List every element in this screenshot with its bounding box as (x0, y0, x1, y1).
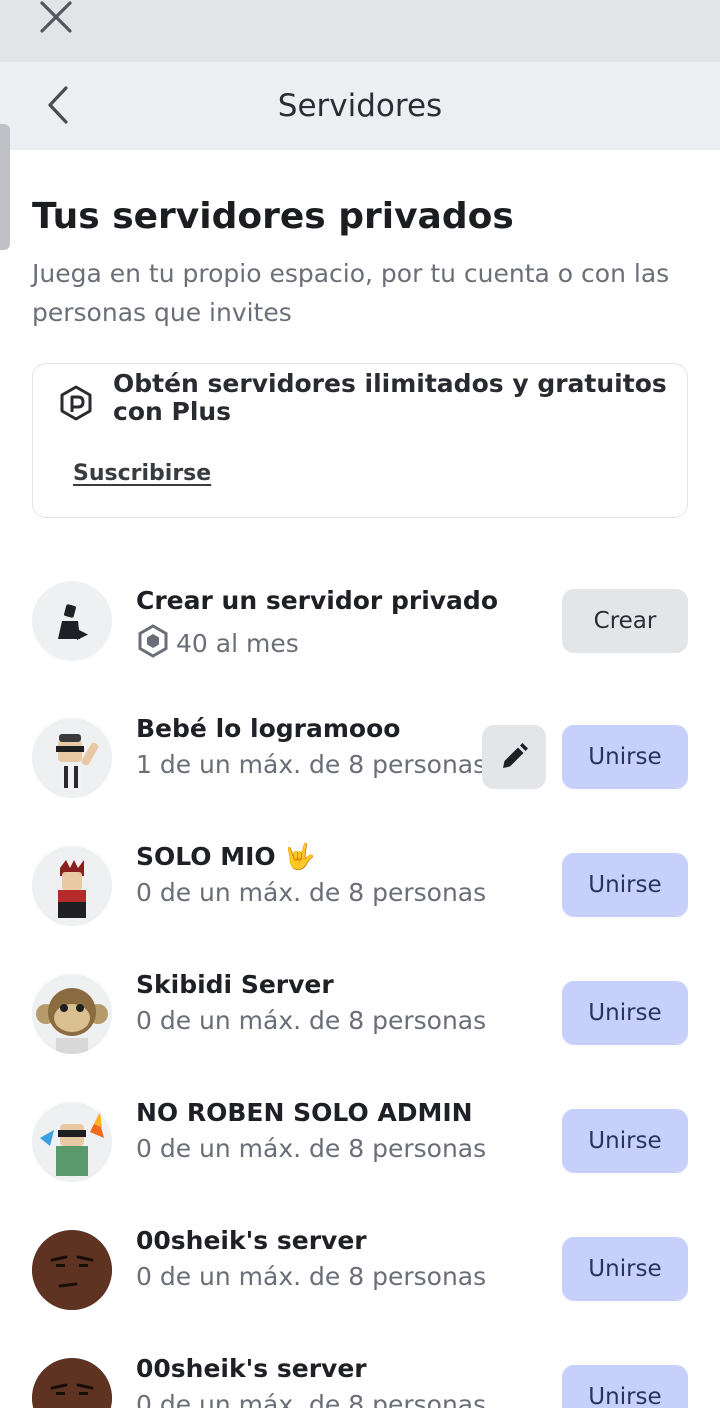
close-icon (40, 1, 72, 33)
server-row: Skibidi Server 0 de un máx. de 8 persona… (0, 964, 720, 1064)
avatar-image (32, 1358, 112, 1408)
server-name: 00sheik's server (136, 1354, 367, 1383)
server-players: 0 de un máx. de 8 personas (136, 878, 487, 907)
server-players: 0 de un máx. de 8 personas (136, 1134, 487, 1163)
server-players: 0 de un máx. de 8 personas (136, 1006, 487, 1035)
server-row: 00sheik's server 0 de un máx. de 8 perso… (0, 1220, 720, 1320)
join-button[interactable]: Unirse (562, 981, 688, 1045)
avatar (32, 974, 112, 1054)
section-title: Tus servidores privados (32, 196, 514, 237)
join-button[interactable]: Unirse (562, 1109, 688, 1173)
server-name: NO ROBEN SOLO ADMIN (136, 1098, 473, 1127)
create-server-row: Crear un servidor privado 40 al mes Crea… (0, 580, 720, 680)
plus-logo-icon (60, 385, 92, 421)
create-server-title: Crear un servidor privado (136, 586, 498, 615)
avatar-image (32, 718, 112, 798)
avatar (32, 718, 112, 798)
server-row: 00sheik's server 0 de un máx. de 8 perso… (0, 1348, 720, 1408)
avatar-image (32, 846, 112, 926)
pencil-icon (503, 743, 528, 768)
join-button[interactable]: Unirse (562, 1237, 688, 1301)
server-row: Bebé lo logramooo 1 de un máx. de 8 pers… (0, 708, 720, 808)
avatar-image (32, 1102, 112, 1182)
avatar-image (32, 974, 112, 1054)
edit-server-button[interactable] (482, 725, 546, 789)
plus-promo-text: Obtén servidores ilimitados y gratuitos … (113, 369, 667, 426)
server-name: Bebé lo logramooo (136, 714, 401, 743)
create-server-price-text: 40 al mes (176, 629, 299, 658)
server-name: 00sheik's server (136, 1226, 367, 1255)
join-button[interactable]: Unirse (562, 853, 688, 917)
server-players: 1 de un máx. de 8 personas (136, 750, 487, 779)
server-row: NO ROBEN SOLO ADMIN 0 de un máx. de 8 pe… (0, 1092, 720, 1192)
section-subtitle: Juega en tu propio espacio, por tu cuent… (32, 259, 670, 327)
server-row: SOLO MIO 🤟 0 de un máx. de 8 personas Un… (0, 836, 720, 936)
robux-icon (138, 624, 168, 658)
create-button[interactable]: Crear (562, 589, 688, 653)
join-button[interactable]: Unirse (562, 725, 688, 789)
avatar (32, 1102, 112, 1182)
avatar (32, 846, 112, 926)
subscribe-link[interactable]: Suscribirse (73, 461, 211, 486)
side-drawer-handle[interactable] (0, 124, 10, 250)
server-name: Skibidi Server (136, 970, 334, 999)
create-server-avatar (32, 581, 112, 661)
server-players: 0 de un máx. de 8 personas (136, 1390, 487, 1408)
avatar-image (32, 1230, 112, 1310)
close-button[interactable] (36, 0, 76, 36)
create-server-icon (58, 604, 88, 640)
avatar (32, 1358, 112, 1408)
create-server-price: 40 al mes (136, 624, 299, 658)
plus-promo-card: Obtén servidores ilimitados y gratuitos … (32, 363, 688, 518)
join-button[interactable]: Unirse (562, 1365, 688, 1408)
server-players: 0 de un máx. de 8 personas (136, 1262, 487, 1291)
page-title: Servidores (277, 88, 443, 124)
avatar (32, 1230, 112, 1310)
server-name: SOLO MIO 🤟 (136, 842, 316, 871)
system-top-bar (0, 0, 720, 62)
nav-bar: Servidores (0, 62, 720, 150)
